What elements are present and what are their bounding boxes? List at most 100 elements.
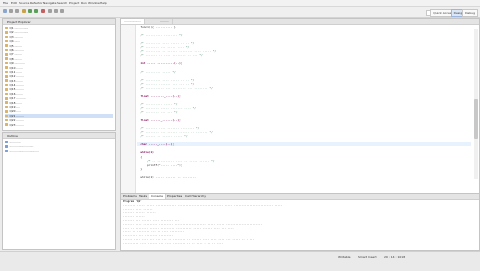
tree-item-label: Q23 ........ [9,122,24,127]
console-line: .......... .... ...... ... .... ........… [123,241,223,245]
tree-item[interactable]: Q23 ........ [5,123,113,127]
save-all-icon[interactable] [15,9,19,13]
debug-icon[interactable] [28,9,32,13]
tree-item-label: Q4 ...... [9,39,21,44]
line-number-gutter [121,25,136,193]
project-folder-icon [5,31,8,34]
file-icon [5,140,8,144]
project-explorer-tab[interactable]: Project Explorer [3,19,115,25]
tree-item-label: Q21 ........ [9,113,24,118]
outline-tree: ........................................… [5,140,113,153]
menu-bar: File Edit Source Refactor Navigate Searc… [0,0,480,7]
project-folder-icon [5,83,8,87]
outline-tab[interactable]: Outline [3,133,115,139]
outline-item-label: .......................... [9,144,34,149]
tree-item-label: Q19 .... [9,105,21,110]
search-icon[interactable] [48,9,52,13]
project-folder-icon [5,39,8,43]
menu-help[interactable]: Help [100,1,107,5]
editor-tab-main[interactable]: .................. [121,19,146,24]
editor-scroll-thumb[interactable] [474,99,478,139]
project-folder-icon [5,53,8,56]
menu-refactor[interactable]: Refactor [30,1,43,5]
stop-icon[interactable] [41,9,45,13]
status-writable: Writable [338,255,351,259]
project-folder-icon [5,66,8,69]
project-folder-icon [5,118,8,122]
project-folder-icon [5,75,8,78]
project-tree: Q1 ............... Q2 ............... Q3 .… [5,26,113,127]
save-icon[interactable] [9,9,13,13]
project-folder-icon [5,26,8,30]
forward-icon[interactable] [60,9,64,13]
project-folder-icon [5,35,8,39]
tree-item-label: Q22 ........ [9,118,24,123]
tree-item-label: Q16 ....... [9,91,23,96]
back-icon[interactable] [54,9,58,13]
file-icon [5,149,8,153]
project-folder-icon [5,123,8,126]
tree-item-label: Q10 ....... [9,65,23,70]
code-line: while(1) ..... ...... .. ........ [137,174,196,179]
console-view: Problems Tasks Console Properties Call H… [120,193,480,251]
project-folder-icon [5,92,8,96]
code-area[interactable]: func1(){ .......... } /* .......... ....… [137,25,471,179]
outline-item[interactable]: ................................ [5,149,113,153]
project-folder-icon [5,110,8,113]
tree-item-label: Q2 ............... [9,30,29,35]
project-folder-icon [5,79,8,82]
tree-item-label: Q8 ........ [9,56,22,61]
tree-item-label: Q17 .......... [9,96,26,101]
tree-item-label: Q11 ...... [9,69,22,74]
project-folder-icon [5,97,8,100]
outline-item-label: ............ [9,140,21,144]
tree-item-label: Q1 ............... [9,26,29,30]
menu-search[interactable]: Search [57,1,67,5]
outline-item-label: ................................ [9,148,39,153]
menu-edit[interactable]: Edit [11,1,17,5]
tree-item-label: Q13 ....... [9,78,23,83]
code-editor: .................. ......... func1(){ ..… [120,18,480,194]
tab-tasks[interactable]: Tasks [137,194,149,199]
project-folder-icon [5,101,8,104]
editor-scrollbar[interactable] [474,29,478,179]
menu-run[interactable]: Run [81,1,87,5]
project-folder-icon [5,44,8,47]
project-explorer: Project Explorer Q1 ............... Q2 ..… [2,18,116,131]
project-folder-icon [5,61,8,65]
project-folder-icon [5,57,8,60]
outline-tab-label: Outline [7,133,18,138]
menu-window[interactable]: Window [88,1,100,5]
menu-navigate[interactable]: Navigate [43,1,56,5]
menu-source[interactable]: Source [19,1,29,5]
editor-tab-second[interactable]: ......... [157,19,173,24]
project-folder-icon [5,114,8,118]
status-cursor-position: 29 : 14 : 1018 [384,255,406,259]
tab-console[interactable]: Console [149,194,166,199]
menu-file[interactable]: File [3,1,8,5]
project-folder-icon [5,88,8,91]
perspective-debug[interactable]: Debug [462,9,478,17]
toolbar: Quick Access Design Debug [0,7,480,18]
project-folder-icon [5,105,8,109]
tree-item-label: Q20 ..... [9,109,21,114]
run-icon[interactable] [34,9,38,13]
menu-project[interactable]: Project [69,1,79,5]
tree-item-label: Q5 ........ [9,43,22,48]
outline-view: Outline ................................… [2,132,116,250]
tree-item-label: Q12 ........ [9,74,24,79]
tree-item-label: Q14 ........ [9,83,24,88]
build-icon[interactable] [22,9,26,13]
status-insert-mode: Smart Insert [358,255,377,259]
tab-properties[interactable]: Properties [165,194,184,199]
status-bar: Writable Smart Insert 29 : 14 : 1018 [0,251,480,271]
tree-item-label: Q15 ........ [9,87,24,92]
tree-item-label: Q6 .......... [9,47,24,52]
tab-call-hierarchy[interactable]: Call Hierarchy [183,194,208,199]
project-folder-icon [5,48,8,52]
project-folder-icon [5,70,8,74]
file-icon [5,145,8,148]
tree-item-label: Q18 ...... [9,100,22,105]
new-icon[interactable] [3,9,7,13]
tree-item-label: Q7 ........ [9,52,22,57]
